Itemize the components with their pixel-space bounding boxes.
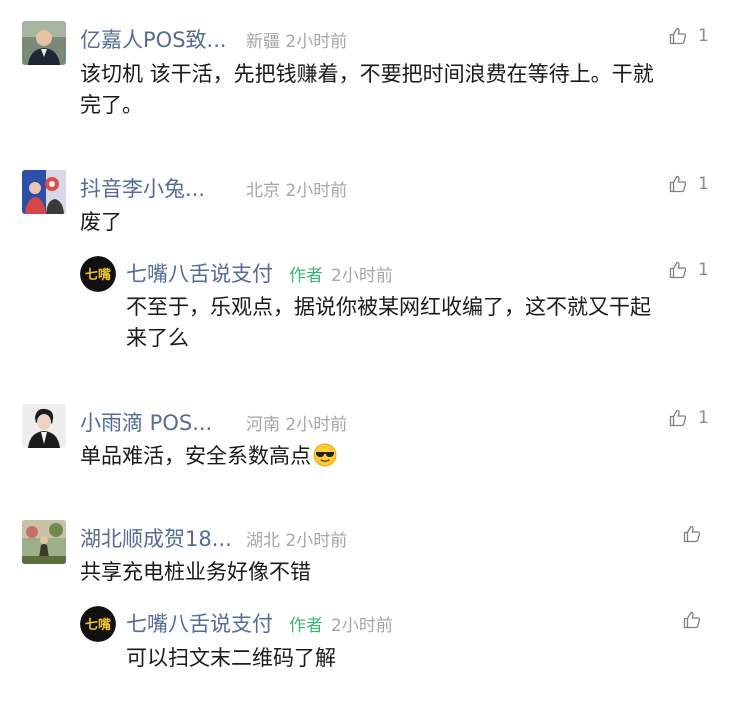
comment-content-line: 完了。 [80, 93, 143, 117]
reply-content: 不至于，乐观点，据说你被某网红收编了，这不就又干起 来了么 [126, 292, 716, 354]
reply-time: 2小时前 [331, 266, 393, 286]
comment-location: 新疆 [246, 32, 280, 52]
like-button[interactable]: 1 [668, 407, 709, 429]
comment-text: 单品难活，安全系数高点 [80, 444, 311, 468]
author-avatar[interactable]: 七嘴 [80, 606, 116, 642]
like-count: 1 [698, 174, 709, 194]
author-tag: 作者 [289, 616, 323, 636]
like-button[interactable] [682, 609, 712, 631]
thumbs-up-icon [683, 525, 701, 543]
reply-content: 可以扫文末二维码了解 [126, 646, 336, 670]
like-button[interactable] [682, 523, 712, 545]
thumbs-up-icon [669, 409, 687, 427]
comment-location: 北京 [246, 181, 280, 201]
comment-meta: 北京 2小时前 [246, 176, 347, 201]
comment-nickname[interactable]: 抖音李小兔... [80, 173, 205, 203]
like-button[interactable]: 1 [668, 259, 709, 281]
like-button[interactable]: 1 [668, 25, 709, 47]
comment-content: 单品难活，安全系数高点 [80, 441, 337, 472]
comment-meta: 湖北 2小时前 [246, 526, 347, 551]
comment-time: 2小时前 [285, 181, 348, 201]
comment-meta: 河南 2小时前 [246, 410, 347, 435]
comment-time: 2小时前 [285, 531, 348, 551]
like-count: 1 [698, 408, 709, 428]
author-avatar[interactable]: 七嘴 [80, 256, 116, 292]
comment-content: 废了 [80, 210, 122, 234]
thumbs-up-icon [669, 27, 687, 45]
cool-sunglasses-emoji [313, 443, 337, 467]
reply-content-line: 不至于，乐观点，据说你被某网红收编了，这不就又干起 [126, 295, 651, 319]
comment-location: 湖北 [246, 531, 280, 551]
comment-content: 该切机 该干活，先把钱赚着，不要把时间浪费在等待上。干就 完了。 [80, 59, 720, 121]
reply-content-line: 来了么 [126, 326, 189, 350]
reply-nickname[interactable]: 七嘴八舌说支付 [126, 608, 273, 638]
comment-time: 2小时前 [285, 32, 348, 52]
comment-meta: 新疆 2小时前 [246, 27, 347, 52]
author-tag: 作者 [289, 266, 323, 286]
comment-time: 2小时前 [285, 415, 348, 435]
reply-nickname[interactable]: 七嘴八舌说支付 [126, 258, 273, 288]
avatar[interactable] [22, 170, 66, 214]
avatar[interactable] [22, 520, 66, 564]
reply-time: 2小时前 [331, 616, 393, 636]
like-count: 1 [698, 260, 709, 280]
avatar[interactable] [22, 21, 66, 65]
thumbs-up-icon [669, 175, 687, 193]
avatar[interactable] [22, 404, 66, 448]
author-logo-text: 七嘴 [85, 617, 111, 633]
like-count: 1 [698, 26, 709, 46]
thumbs-up-icon [669, 261, 687, 279]
comment-location: 河南 [246, 415, 280, 435]
comment-content: 共享充电桩业务好像不错 [80, 560, 311, 584]
like-button[interactable]: 1 [668, 173, 709, 195]
comment-nickname[interactable]: 小雨滴 POS... [80, 407, 212, 437]
thumbs-up-icon [683, 611, 701, 629]
comment-content-line: 该切机 该干活，先把钱赚着，不要把时间浪费在等待上。干就 [80, 62, 654, 86]
author-logo-text: 七嘴 [85, 267, 111, 283]
comment-nickname[interactable]: 湖北顺成贺18... [80, 523, 232, 553]
comment-nickname[interactable]: 亿嘉人POS致... [80, 24, 227, 54]
